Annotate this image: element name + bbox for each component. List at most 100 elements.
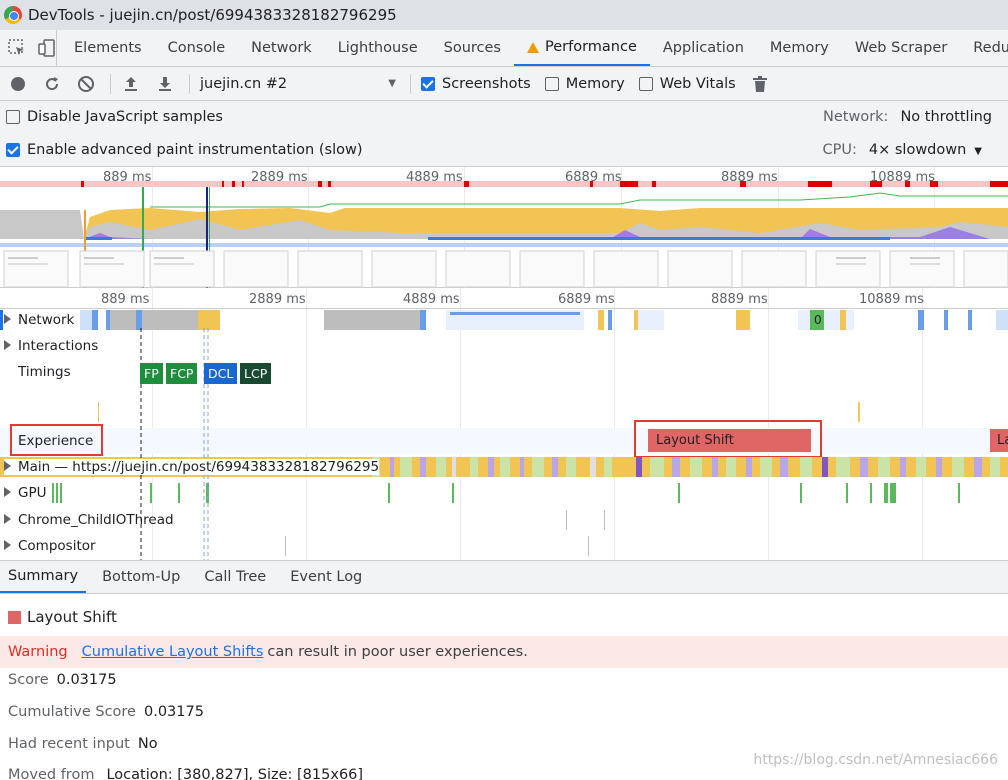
track-experience[interactable]: Experience xyxy=(18,433,93,449)
checkbox-icon xyxy=(544,76,559,91)
network-throttling-label: Network: xyxy=(823,109,889,125)
track-compositor[interactable]: Compositor xyxy=(4,538,96,554)
web-vitals-checkbox[interactable]: Web Vitals xyxy=(638,75,736,92)
timing-fcp[interactable]: FCP xyxy=(166,363,198,384)
tab-console[interactable]: Console xyxy=(155,30,239,66)
clear-button[interactable] xyxy=(76,74,96,94)
warning-row: Warning Cumulative Layout Shifts can res… xyxy=(0,636,1008,668)
reload-icon xyxy=(46,76,59,90)
load-profile-button[interactable] xyxy=(121,74,141,94)
watermark: https://blog.csdn.net/Amnesiac666 xyxy=(753,752,998,768)
memory-checkbox[interactable]: Memory xyxy=(544,75,625,92)
tab-label: Event Log xyxy=(290,568,363,585)
tool-icons xyxy=(0,30,57,66)
checkbox-icon xyxy=(6,110,20,124)
tab-label: Bottom-Up xyxy=(102,568,181,585)
profile-select-value: juejin.cn #2 xyxy=(200,75,288,92)
tab-elements[interactable]: Elements xyxy=(61,30,155,66)
checkbox-label: Disable JavaScript samples xyxy=(27,109,223,125)
experience-track-bg xyxy=(0,428,1008,454)
recent-input-label: Had recent input xyxy=(8,736,130,752)
tab-summary[interactable]: Summary xyxy=(0,560,87,593)
details-tabbar: Summary Bottom-Up Call Tree Event Log xyxy=(0,560,1008,594)
performance-toolbar: juejin.cn #2 ▼ Screenshots Memory Web Vi… xyxy=(0,67,1008,101)
summary-title-text: Layout Shift xyxy=(27,608,117,626)
tab-network[interactable]: Network xyxy=(238,30,325,66)
expand-arrow-icon xyxy=(4,514,11,524)
timeline-overview[interactable]: 889 ms 2889 ms 4889 ms 6889 ms 8889 ms 1… xyxy=(0,167,1008,288)
checkbox-icon xyxy=(638,76,653,91)
reload-profile-button[interactable] xyxy=(42,74,62,94)
warning-icon xyxy=(526,41,539,53)
tab-application[interactable]: Application xyxy=(650,30,757,66)
track-timings[interactable]: Timings xyxy=(18,364,71,380)
checkbox-icon xyxy=(421,76,435,91)
tab-web-scraper[interactable]: Web Scraper xyxy=(842,30,960,66)
chrome-logo-icon xyxy=(4,6,22,24)
checkbox-label: Web Vitals xyxy=(659,75,736,92)
toolbar-divider xyxy=(110,73,111,94)
cpu-idle-area xyxy=(0,210,84,239)
moved-from-row: Moved from Location: [380,827], Size: [81… xyxy=(8,767,363,780)
long-task-strip xyxy=(0,181,1008,187)
window-titlebar: DevTools - juejin.cn/post/69943833281827… xyxy=(0,0,1008,30)
track-label: GPU xyxy=(18,485,47,501)
cls-link[interactable]: Cumulative Layout Shifts xyxy=(82,644,264,660)
tab-event-log[interactable]: Event Log xyxy=(282,560,370,593)
profile-select[interactable]: juejin.cn #2 ▼ xyxy=(200,76,396,92)
window-title: DevTools - juejin.cn/post/69943833281827… xyxy=(28,6,397,24)
device-toolbar-icon[interactable] xyxy=(38,39,56,57)
tab-label: Sources xyxy=(443,40,501,56)
warning-label: Warning xyxy=(8,644,68,660)
settings-row-paint: Enable advanced paint instrumentation (s… xyxy=(0,133,1008,167)
tab-label: Memory xyxy=(769,40,829,56)
tab-memory[interactable]: Memory xyxy=(757,30,842,66)
score-value: 0.03175 xyxy=(56,672,117,688)
screenshot-filmstrip[interactable] xyxy=(3,250,1008,288)
record-button[interactable] xyxy=(8,74,28,94)
track-gpu[interactable]: GPU xyxy=(4,485,46,501)
advanced-paint-checkbox[interactable]: Enable advanced paint instrumentation (s… xyxy=(6,142,362,158)
cpu-throttling[interactable]: CPU: 4× slowdown ▼ xyxy=(823,142,983,158)
tab-performance[interactable]: Performance xyxy=(513,30,650,66)
track-interactions[interactable]: Interactions xyxy=(4,338,98,354)
track-child-io-thread[interactable]: Chrome_ChildIOThread xyxy=(4,512,174,528)
disable-js-samples-checkbox[interactable]: Disable JavaScript samples xyxy=(6,109,223,125)
download-icon xyxy=(159,76,171,91)
inspect-element-icon[interactable] xyxy=(8,39,26,57)
summary-panel: Layout Shift Warning Cumulative Layout S… xyxy=(0,594,1008,780)
devtools-tabbar: Elements Console Network Lighthouse Sour… xyxy=(0,30,1008,67)
save-profile-button[interactable] xyxy=(155,74,175,94)
network-throttling-value: No throttling xyxy=(900,109,992,125)
expand-arrow-icon xyxy=(4,314,11,324)
tab-sources[interactable]: Sources xyxy=(431,30,514,66)
tab-label: Console xyxy=(167,40,226,56)
checkbox-label: Memory xyxy=(565,75,625,92)
score-label: Score xyxy=(8,672,49,688)
layout-shift-label[interactable]: La xyxy=(997,433,1008,448)
track-network[interactable]: Network xyxy=(4,312,74,328)
track-label: Main — https://juejin.cn/post/6994383328… xyxy=(18,459,380,475)
track-main[interactable]: Main — https://juejin.cn/post/6994383328… xyxy=(4,459,380,475)
tab-bottom-up[interactable]: Bottom-Up xyxy=(94,560,188,593)
timing-fp[interactable]: FP xyxy=(140,363,163,384)
tab-call-tree[interactable]: Call Tree xyxy=(196,560,274,593)
flame-chart[interactable]: 889 ms 2889 ms 4889 ms 6889 ms 8889 ms 1… xyxy=(0,288,1008,560)
track-label: Interactions xyxy=(18,338,99,354)
upload-icon xyxy=(125,76,137,91)
tab-lighthouse[interactable]: Lighthouse xyxy=(325,30,431,66)
network-throttling[interactable]: Network: No throttling xyxy=(823,109,992,125)
tab-label: Lighthouse xyxy=(337,40,418,56)
track-label: Compositor xyxy=(18,538,96,554)
expand-arrow-icon xyxy=(4,461,11,471)
warning-text: can result in poor user experiences. xyxy=(267,644,528,660)
timing-lcp[interactable]: LCP xyxy=(240,363,272,384)
layout-shift-label[interactable]: Layout Shift xyxy=(656,433,734,448)
garbage-collect-button[interactable] xyxy=(750,74,770,94)
frames-strip xyxy=(0,243,1008,247)
tab-redux[interactable]: Redu xyxy=(960,30,1008,66)
toolbar-divider xyxy=(189,73,190,94)
track-label: Chrome_ChildIOThread xyxy=(18,512,174,528)
screenshots-checkbox[interactable]: Screenshots xyxy=(421,76,531,92)
timing-dcl[interactable]: DCL xyxy=(204,363,238,384)
